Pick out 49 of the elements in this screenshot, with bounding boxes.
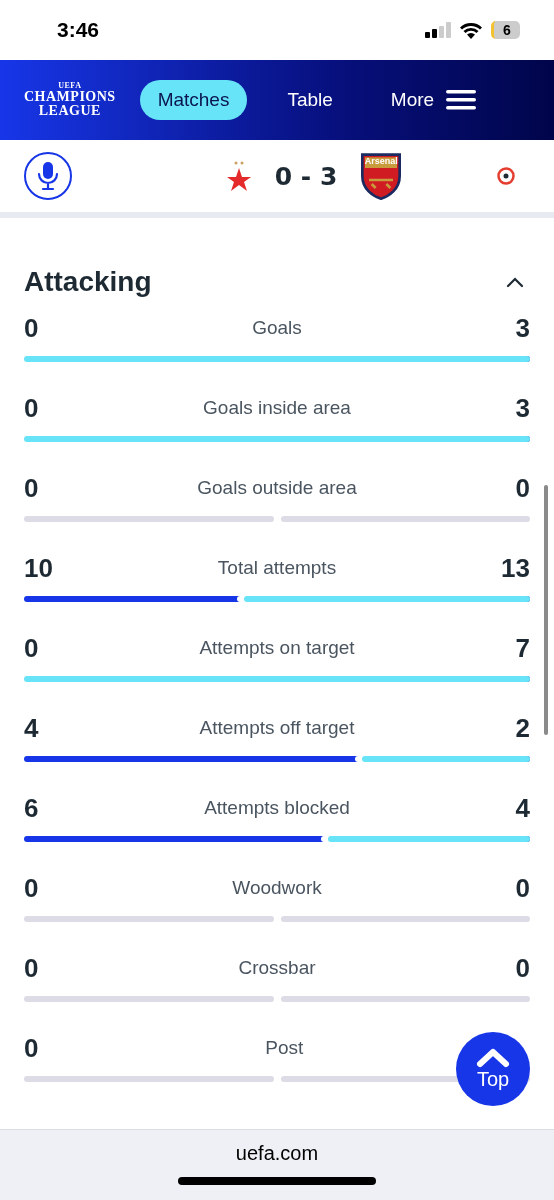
stat-value: 0 [24, 472, 39, 504]
stat-value: 0 [515, 872, 530, 904]
stat-label: Crossbar [238, 957, 316, 979]
match-score: 0 - 3 [274, 161, 338, 191]
nav-tab[interactable]: More [372, 80, 495, 120]
stat-value: 0 [24, 952, 39, 984]
crest-icon [359, 152, 404, 200]
stat-label: Goals outside area [197, 477, 357, 499]
microphone-button[interactable] [24, 152, 72, 200]
battery-level: 6 [491, 21, 520, 39]
stat-value: 0 [515, 472, 530, 504]
nav-tab[interactable]: Matches [139, 80, 248, 120]
stat-value: 2 [515, 712, 530, 744]
stat-label: Goals [252, 317, 302, 339]
stat-value: 7 [515, 632, 530, 664]
stat-label: Goals inside area [203, 397, 351, 419]
section-title: Attacking [24, 266, 152, 298]
chevron-icon[interactable] [506, 276, 524, 288]
wifi-icon [459, 21, 483, 39]
address-text[interactable]: uefa.com [235, 1142, 319, 1165]
signal-icon [425, 22, 451, 38]
chevron-up-icon [476, 1047, 510, 1068]
status-time: 3:46 [57, 18, 100, 42]
top-button[interactable]: Top [456, 1032, 530, 1106]
stat-value: 4 [24, 712, 39, 744]
stat-value: 13 [501, 552, 530, 584]
stat-value: 0 [24, 872, 39, 904]
stat-label: Attempts off target [199, 717, 355, 739]
stat-label: Attempts blocked [204, 797, 350, 819]
stat-value: 0 [515, 952, 530, 984]
stat-label: Post [265, 1037, 304, 1059]
nav-tab[interactable]: Table [269, 80, 351, 120]
stat-label: Woodwork [232, 877, 322, 899]
live-indicator-icon [496, 166, 516, 186]
stat-value: 10 [24, 552, 53, 584]
stat-value: 0 [24, 312, 39, 344]
stat-value: 0 [24, 1032, 39, 1064]
menu-icon [446, 90, 477, 110]
stat-value: 3 [515, 312, 530, 344]
stat-value: 3 [515, 392, 530, 424]
crest-text: Arsenal [363, 156, 399, 167]
stat-value: 4 [515, 792, 530, 824]
logo[interactable]: UEFA CHAMPIONS LEAGUE [24, 82, 116, 118]
stat-value: 0 [24, 632, 39, 664]
microphone-icon [37, 161, 59, 191]
stat-label: Attempts on target [199, 637, 355, 659]
stat-value: 6 [24, 792, 39, 824]
stat-label: Total attempts [217, 557, 337, 579]
stat-value: 0 [24, 392, 39, 424]
